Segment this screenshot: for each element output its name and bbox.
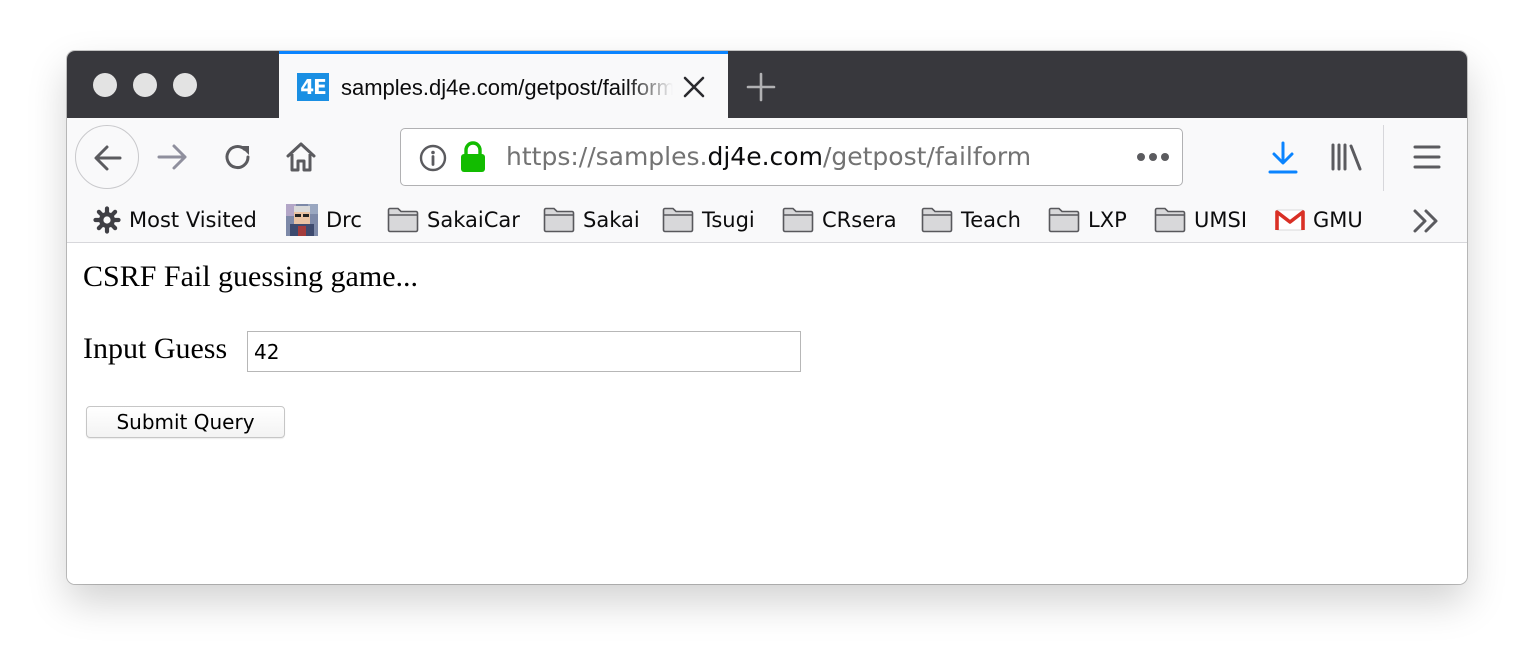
window-close-button[interactable] (93, 73, 117, 97)
bookmark-label: CRsera (822, 208, 897, 232)
folder-icon (543, 207, 575, 233)
url-path: /getpost/failform (822, 142, 1032, 171)
folder-icon (921, 207, 953, 233)
arrow-left-icon (94, 145, 122, 171)
more-horizontal-icon[interactable] (1135, 151, 1171, 163)
toolbar-separator (1383, 125, 1384, 191)
bookmark-most-visited[interactable]: Most Visited (93, 198, 257, 242)
lock-icon[interactable] (459, 141, 487, 173)
bookmark-label: Drc (326, 208, 362, 232)
bookmark-umsi[interactable]: UMSI (1154, 198, 1247, 242)
tab-title: samples.dj4e.com/getpost/failform (341, 75, 673, 100)
hamburger-menu-icon[interactable] (1412, 143, 1442, 171)
guess-label: Input Guess (83, 332, 228, 365)
bookmark-label: Sakai (583, 208, 640, 232)
bookmark-drc[interactable]: Drc (286, 198, 362, 242)
new-tab-plus-icon[interactable] (743, 69, 779, 105)
bookmark-label: UMSI (1194, 208, 1248, 232)
bookmark-label: SakaiCar (427, 208, 520, 232)
bookmark-tsugi[interactable]: Tsugi (662, 198, 755, 242)
submit-query-button[interactable]: Submit Query (86, 406, 285, 438)
address-bar[interactable]: https://samples.dj4e.com/getpost/failfor… (400, 128, 1183, 186)
avatar-thumbnail-icon (286, 204, 318, 236)
info-icon[interactable] (419, 144, 447, 172)
bookmark-sakai[interactable]: Sakai (543, 198, 640, 242)
bookmark-label: Teach (961, 208, 1021, 232)
guess-input[interactable] (247, 331, 801, 372)
bookmark-lxp[interactable]: LXP (1048, 198, 1127, 242)
url-domain: dj4e.com (707, 142, 823, 171)
gmail-icon (1275, 209, 1305, 231)
folder-icon (662, 207, 694, 233)
folder-icon (1154, 207, 1186, 233)
url-scheme-prefix: https://samples. (506, 142, 708, 171)
bookmark-sakaicar[interactable]: SakaiCar (387, 198, 520, 242)
download-arrow-icon[interactable] (1266, 140, 1300, 176)
page-heading: CSRF Fail guessing game... (83, 260, 419, 293)
library-icon[interactable] (1329, 140, 1365, 174)
bookmark-label: Tsugi (702, 208, 755, 232)
browser-window: 4E samples.dj4e.com/getpost/failform htt… (67, 51, 1467, 584)
back-button[interactable] (75, 125, 139, 189)
bookmark-label: GMU (1313, 208, 1363, 232)
bookmark-label: LXP (1088, 208, 1127, 232)
bookmark-label: Most Visited (129, 208, 257, 232)
bookmark-crsera[interactable]: CRsera (782, 198, 897, 242)
url-text[interactable]: https://samples.dj4e.com/getpost/failfor… (506, 142, 1031, 172)
arrow-right-icon[interactable] (155, 140, 191, 174)
bookmark-teach[interactable]: Teach (921, 198, 1021, 242)
window-minimize-button[interactable] (133, 73, 157, 97)
window-zoom-button[interactable] (173, 73, 197, 97)
active-tab[interactable]: 4E samples.dj4e.com/getpost/failform (279, 51, 728, 118)
folder-icon (1048, 207, 1080, 233)
chevron-double-right-icon[interactable] (1411, 208, 1441, 234)
site-favicon-icon: 4E (297, 73, 329, 101)
bookmarks-toolbar: Most Visited Drc SakaiCar Sakai Tsugi CR… (67, 198, 1467, 243)
close-icon[interactable] (679, 72, 709, 102)
tab-strip: 4E samples.dj4e.com/getpost/failform (67, 51, 1467, 118)
navigation-toolbar: https://samples.dj4e.com/getpost/failfor… (67, 118, 1467, 198)
home-icon[interactable] (284, 140, 318, 174)
bookmark-gmu[interactable]: GMU (1275, 198, 1363, 242)
page-content: CSRF Fail guessing game... Input Guess S… (67, 243, 1467, 584)
folder-icon (782, 207, 814, 233)
folder-icon (387, 207, 419, 233)
gear-icon (93, 206, 121, 234)
reload-icon[interactable] (221, 140, 255, 174)
